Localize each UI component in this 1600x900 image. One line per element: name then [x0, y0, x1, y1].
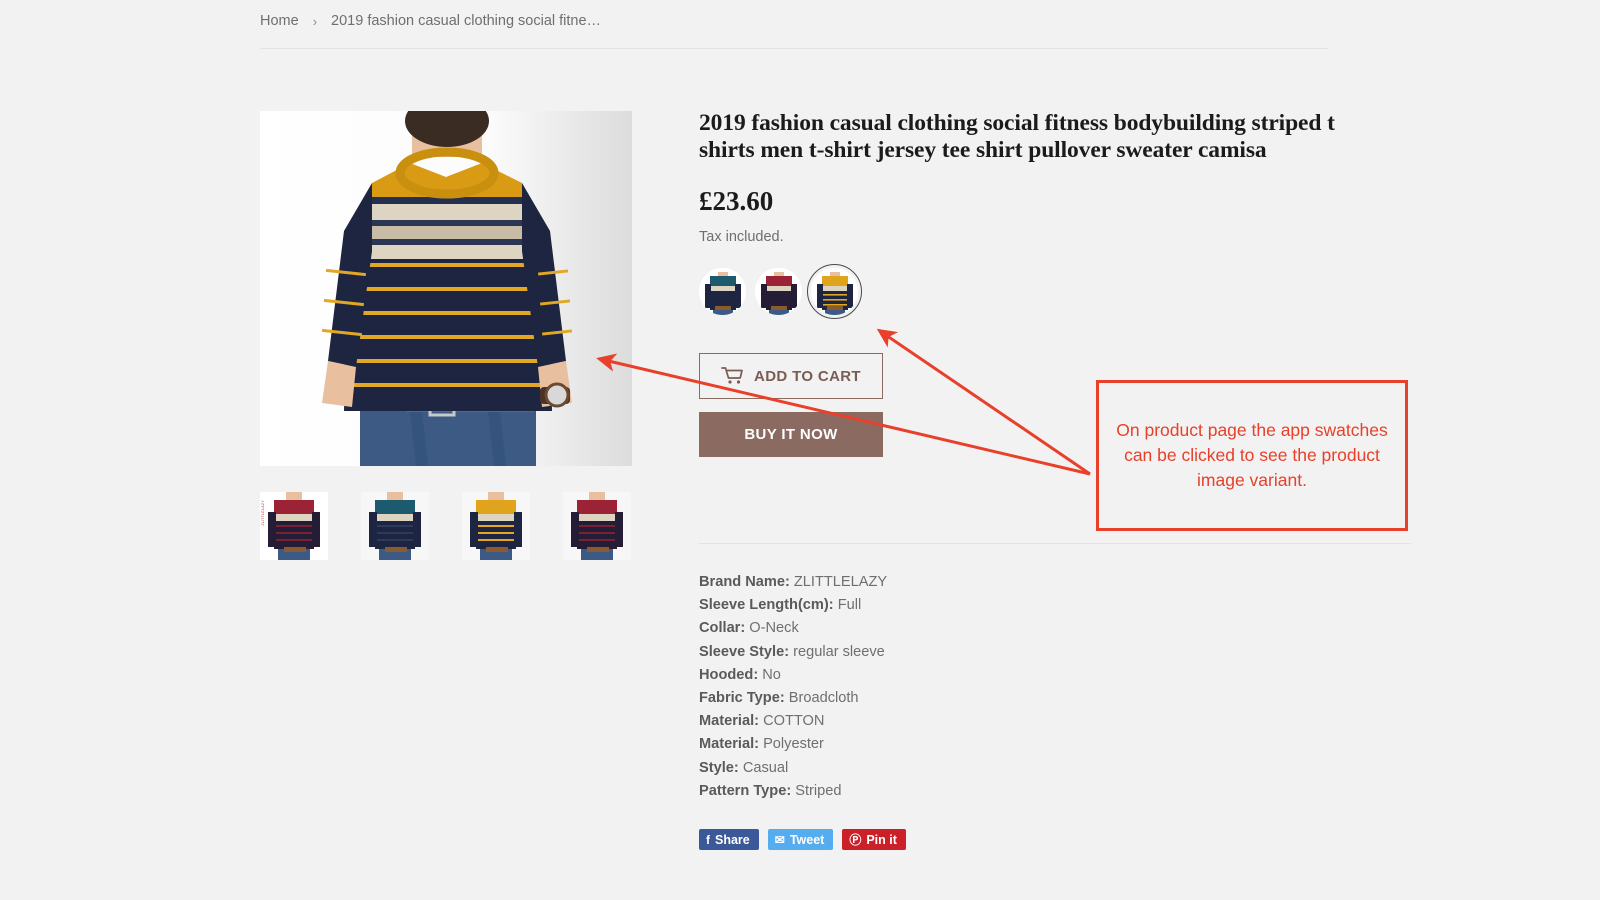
shopping-cart-icon — [721, 367, 743, 384]
swatch-artwork — [699, 268, 746, 315]
spec-label: Material: — [699, 736, 760, 753]
breadcrumb-divider — [260, 48, 1328, 49]
spec-label: Hooded: — [699, 666, 759, 683]
spec-label: Sleeve Length(cm): — [699, 597, 834, 614]
spec-label: Style: — [699, 759, 739, 776]
thumbnail-yellow[interactable] — [462, 492, 530, 560]
thumbnail-teal[interactable] — [361, 492, 429, 560]
spec-value: Striped — [795, 782, 842, 799]
breadcrumb: Home › 2019 fashion casual clothing soci… — [260, 13, 601, 29]
main-product-image[interactable] — [260, 111, 632, 466]
thumbnail-artwork — [563, 492, 631, 560]
page-title: 2019 fashion casual clothing social fitn… — [699, 110, 1335, 164]
product-info: 2019 fashion casual clothing social fitn… — [699, 110, 1339, 245]
spec-row: Collar: O-Neck — [699, 617, 887, 640]
facebook-share-button[interactable]: f Share — [699, 829, 759, 850]
swatch-teal[interactable] — [699, 268, 746, 315]
twitter-tweet-label: Tweet — [789, 832, 825, 847]
add-to-cart-button[interactable]: ADD TO CART — [699, 353, 883, 399]
specs-divider — [699, 543, 1411, 544]
breadcrumb-separator-icon: › — [312, 13, 318, 29]
spec-row: Pattern Type: Striped — [699, 780, 887, 803]
annotation-callout: On product page the app swatches can be … — [1096, 380, 1408, 531]
pinterest-pin-button[interactable]: Ⓟ Pin it — [842, 829, 906, 850]
spec-row: Style: Casual — [699, 757, 887, 780]
thumbnail-red-2[interactable] — [563, 492, 631, 560]
swatch-yellow[interactable] — [807, 264, 862, 319]
spec-row: Sleeve Style: regular sleeve — [699, 641, 887, 664]
spec-value: Broadcloth — [788, 690, 859, 707]
spec-value: regular sleeve — [793, 643, 885, 660]
pinterest-icon: Ⓟ — [849, 832, 862, 847]
thumbnail-red[interactable]: ZLITTLELAZY — [260, 492, 328, 560]
spec-label: Brand Name: — [699, 574, 790, 590]
breadcrumb-home-link[interactable]: Home — [260, 13, 299, 29]
spec-row: Hooded: No — [699, 664, 887, 687]
spec-label: Pattern Type: — [699, 782, 792, 799]
social-share-bar: f Share ✉ Tweet Ⓟ Pin it — [699, 829, 906, 850]
spec-value: Polyester — [763, 736, 824, 753]
spec-row: Brand Name: ZLITTLELAZY — [699, 571, 887, 594]
product-specifications: Brand Name: ZLITTLELAZY Sleeve Length(cm… — [699, 571, 887, 803]
thumbnail-watermark: ZLITTLELAZY — [261, 500, 265, 526]
buy-it-now-button[interactable]: BUY IT NOW — [699, 412, 883, 457]
add-to-cart-label: ADD TO CART — [754, 367, 861, 385]
spec-value: Full — [837, 597, 862, 614]
buy-it-now-label: BUY IT NOW — [744, 426, 838, 443]
spec-row: Sleeve Length(cm): Full — [699, 594, 887, 617]
spec-row: Material: Polyester — [699, 733, 887, 756]
breadcrumb-current-page: 2019 fashion casual clothing social fitn… — [331, 13, 602, 29]
annotation-text: On product page the app swatches can be … — [1116, 420, 1388, 490]
spec-label: Sleeve Style: — [699, 643, 790, 660]
swatch-artwork — [811, 268, 858, 315]
thumbnail-artwork — [361, 492, 429, 560]
thumbnail-artwork — [462, 492, 530, 560]
spec-value: ZLITTLELAZY — [793, 574, 888, 590]
product-gallery — [260, 111, 632, 466]
variant-selectors: Size M — [699, 264, 862, 319]
main-product-image-artwork — [260, 111, 632, 466]
swatch-red[interactable] — [755, 268, 802, 315]
product-page: Home › 2019 fashion casual clothing soci… — [0, 0, 1600, 900]
spec-label: Material: — [699, 713, 760, 730]
facebook-share-label: Share — [715, 832, 750, 847]
thumbnail-artwork — [260, 492, 328, 560]
twitter-icon: ✉ — [774, 832, 785, 847]
facebook-icon: f — [706, 832, 710, 847]
spec-value: Casual — [742, 759, 789, 776]
swatch-artwork — [755, 268, 802, 315]
product-price: £23.60 — [699, 185, 774, 216]
thumbnail-strip: ZLITTLELAZY — [260, 492, 631, 560]
tax-note: Tax included. — [699, 228, 784, 245]
spec-value: No — [762, 666, 781, 683]
spec-value: COTTON — [763, 713, 825, 730]
spec-label: Fabric Type: — [699, 690, 785, 707]
spec-value: O-Neck — [749, 620, 799, 637]
color-swatch-list — [699, 264, 862, 319]
spec-label: Collar: — [699, 620, 746, 637]
pinterest-pin-label: Pin it — [866, 832, 897, 847]
twitter-tweet-button[interactable]: ✉ Tweet — [767, 829, 834, 850]
spec-row: Material: COTTON — [699, 710, 887, 733]
spec-row: Fabric Type: Broadcloth — [699, 687, 887, 710]
